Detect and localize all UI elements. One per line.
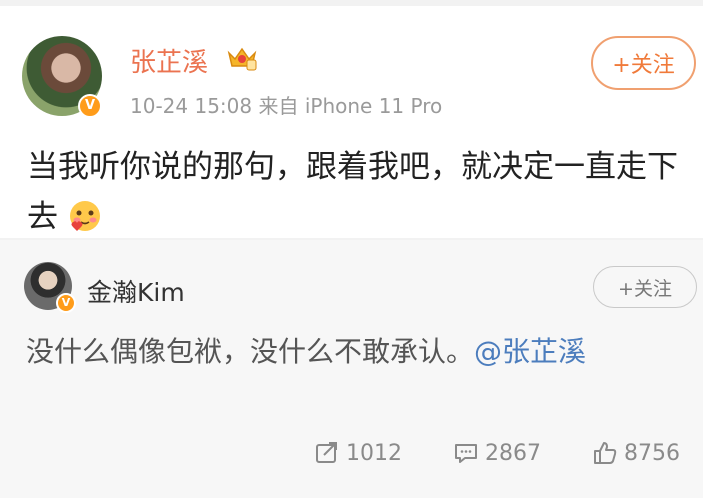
retweet-author-name[interactable]: 金瀚Kim [87, 273, 185, 309]
follow-button[interactable]: +关注 [591, 36, 696, 90]
mention-link[interactable]: @张芷溪 [474, 335, 586, 368]
comment-action[interactable]: 2867 [453, 436, 541, 470]
comment-count: 2867 [485, 440, 541, 466]
like-action[interactable]: 8756 [592, 436, 680, 470]
retweet-card[interactable]: V 金瀚Kim +关注 没什么偶像包袱，没什么不敢承认。@张芷溪 1012 28… [0, 240, 703, 498]
weibo-post-card: V 张芷溪 10-24 15:08 来自 iPhone 11 Pro +关注 当… [0, 6, 703, 238]
retweet-verified-badge: V [56, 293, 76, 313]
share-count: 1012 [346, 440, 402, 466]
crown-icon [227, 47, 257, 71]
share-action[interactable]: 1012 [314, 436, 402, 470]
like-icon [594, 442, 617, 464]
blush-emoji-icon [69, 201, 100, 231]
retweet-follow-button[interactable]: +关注 [593, 266, 697, 308]
action-bar: 1012 2867 8756 [0, 436, 703, 470]
retweet-text: 没什么偶像包袱，没什么不敢承认。@张芷溪 [26, 330, 696, 374]
like-count: 8756 [624, 440, 680, 466]
share-icon [316, 442, 337, 463]
author-name[interactable]: 张芷溪 [130, 42, 208, 79]
comment-icon [455, 444, 477, 463]
post-body: 当我听你说的那句，跟着我吧，就决定一直走下去 [27, 149, 678, 235]
post-meta: 10-24 15:08 来自 iPhone 11 Pro [130, 94, 443, 118]
post-text: 当我听你说的那句，跟着我吧，就决定一直走下去 [27, 142, 697, 242]
retweet-body: 没什么偶像包袱，没什么不敢承认。 [26, 335, 475, 368]
verified-badge: V [78, 94, 102, 118]
